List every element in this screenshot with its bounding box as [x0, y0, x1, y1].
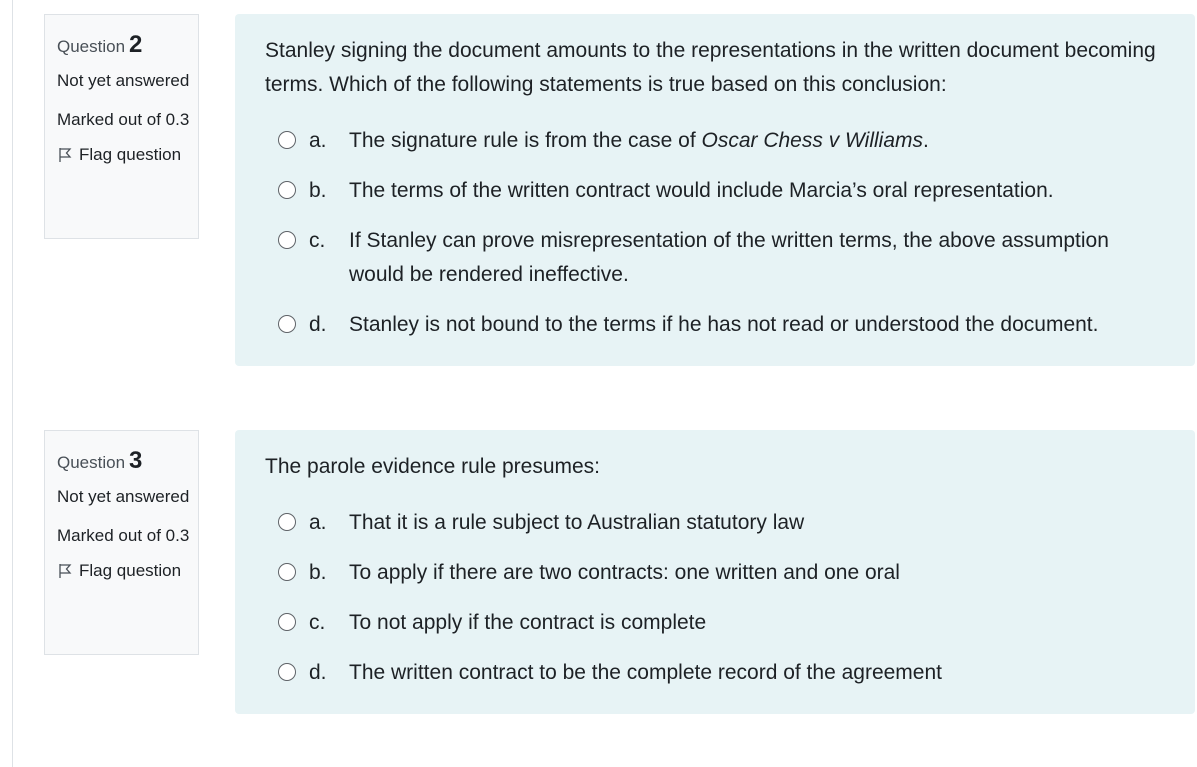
question-label: Question	[57, 453, 126, 472]
option-text: Stanley is not bound to the terms if he …	[349, 313, 1099, 336]
option-text: The terms of the written contract would …	[349, 179, 1054, 202]
question-content: Stanley signing the document amounts to …	[235, 14, 1195, 366]
radio-button[interactable]	[278, 181, 296, 199]
radio-button[interactable]	[278, 563, 296, 581]
radio-button[interactable]	[278, 231, 296, 249]
radio-button[interactable]	[278, 663, 296, 681]
question-content: The parole evidence rule presumes: a. Th…	[235, 430, 1195, 714]
question-state: Not yet answered	[57, 71, 190, 90]
option-text: The signature rule is from the case of O…	[349, 124, 1165, 158]
question-text: The parole evidence rule presumes:	[265, 455, 601, 478]
radio-button[interactable]	[278, 613, 296, 631]
answer-option-b[interactable]: b. The terms of the written contract wou…	[265, 174, 1165, 208]
flag-icon	[59, 564, 72, 578]
option-letter: c.	[309, 611, 326, 634]
option-letter: d.	[309, 313, 327, 336]
answer-option-c[interactable]: c. If Stanley can prove misrepresentatio…	[265, 224, 1165, 292]
answer-option-d[interactable]: d. The written contract to be the comple…	[265, 656, 1165, 690]
answer-option-a[interactable]: a. That it is a rule subject to Australi…	[265, 506, 1165, 540]
case-name: Oscar Chess v Williams	[701, 129, 924, 152]
question-label: Question	[57, 37, 126, 56]
option-text: That it is a rule subject to Australian …	[349, 511, 805, 534]
answer-option-a[interactable]: a. The signature rule is from the case o…	[265, 124, 1165, 158]
radio-button[interactable]	[278, 131, 296, 149]
question-number: Question 3	[57, 447, 198, 475]
option-text: The written contract to be the complete …	[349, 661, 942, 684]
option-text-part: .	[923, 129, 929, 152]
question-number-value: 2	[129, 31, 143, 58]
option-letter: b.	[309, 179, 327, 202]
question-text: Stanley signing the document amounts to …	[265, 39, 1156, 96]
option-letter: b.	[309, 561, 327, 584]
flag-question-button[interactable]: Flag question	[57, 559, 198, 583]
option-letter: a.	[309, 511, 327, 534]
question-info-panel: Question 2 Not yet answered Marked out of…	[44, 14, 199, 239]
radio-button[interactable]	[278, 315, 296, 333]
flag-question-label: Flag question	[79, 561, 182, 580]
flag-question-label: Flag question	[79, 145, 182, 164]
answer-option-b[interactable]: b. To apply if there are two contracts: …	[265, 556, 1165, 590]
option-letter: a.	[309, 129, 327, 152]
option-text-part: The signature rule is from the case of	[349, 129, 702, 152]
left-border	[12, 0, 13, 767]
answer-option-d[interactable]: d. Stanley is not bound to the terms if …	[265, 308, 1165, 342]
question-number: Question 2	[57, 31, 198, 59]
flag-icon	[59, 148, 72, 162]
option-text: If Stanley can prove misrepresentation o…	[349, 229, 1109, 286]
question-grade: Marked out of 0.3	[57, 526, 190, 545]
option-text: To not apply if the contract is complete	[349, 611, 707, 634]
flag-question-button[interactable]: Flag question	[57, 143, 198, 167]
question-grade: Marked out of 0.3	[57, 110, 190, 129]
option-text: To apply if there are two contracts: one…	[349, 561, 900, 584]
question-info-panel: Question 3 Not yet answered Marked out of…	[44, 430, 199, 655]
option-letter: d.	[309, 661, 327, 684]
question-state: Not yet answered	[57, 487, 190, 506]
option-letter: c.	[309, 229, 326, 252]
answer-option-c[interactable]: c. To not apply if the contract is compl…	[265, 606, 1165, 640]
question-number-value: 3	[129, 447, 143, 474]
radio-button[interactable]	[278, 513, 296, 531]
